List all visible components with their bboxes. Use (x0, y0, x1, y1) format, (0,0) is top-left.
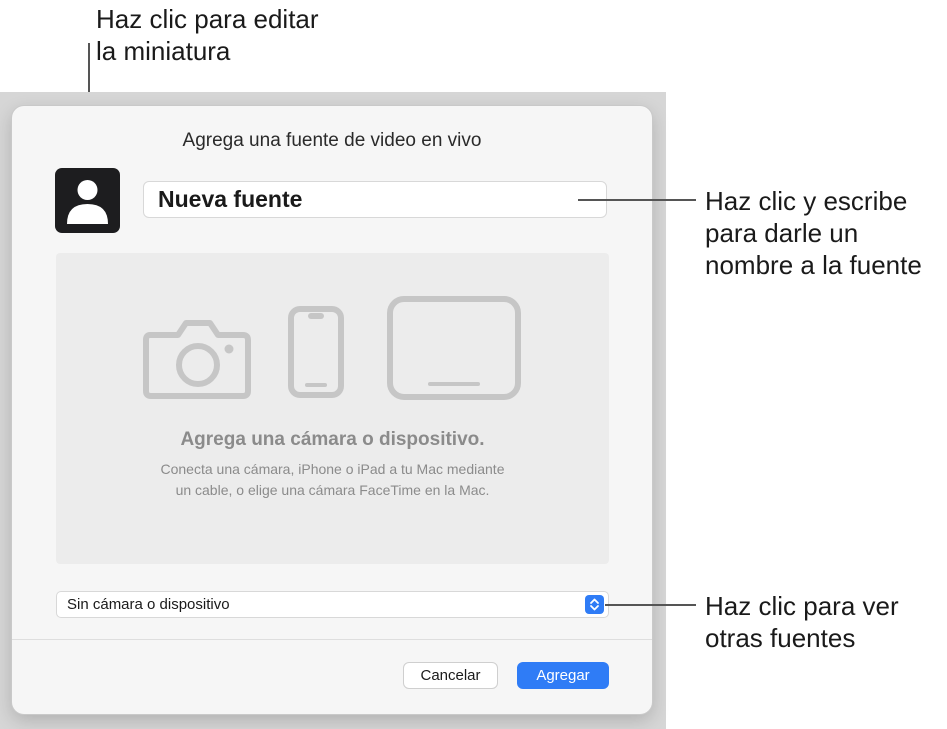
source-select-leader-line (605, 604, 696, 606)
camera-icon (143, 320, 251, 399)
name-field-leader-line (578, 199, 696, 201)
drop-area-description: Conecta una cámara, iPhone o iPad a tu M… (56, 459, 609, 501)
live-video-source-dialog: Agrega una fuente de video en vivo Nueva… (12, 106, 652, 714)
callout-line: la miniatura (96, 36, 231, 66)
callout-edit-thumbnail: Haz clic para editar la miniatura (96, 3, 319, 67)
person-silhouette-icon (67, 180, 108, 224)
add-button[interactable]: Agregar (517, 662, 609, 689)
iphone-icon (288, 306, 344, 398)
drop-area-description-line: un cable, o elige una cámara FaceTime en… (175, 482, 490, 498)
callout-line: Haz clic para editar (96, 4, 319, 34)
dialog-divider (12, 639, 652, 640)
callout-line: otras fuentes (705, 623, 856, 653)
ipad-icon (387, 296, 521, 400)
drop-area-title: Agrega una cámara o dispositivo. (180, 429, 485, 450)
callout-line: nombre a la fuente (705, 250, 922, 280)
source-name-field[interactable]: Nueva fuente (143, 181, 607, 218)
source-thumbnail[interactable] (55, 168, 120, 233)
chevron-up-down-icon[interactable] (585, 595, 604, 614)
callout-line: Haz clic para ver (705, 591, 899, 621)
source-select-popup[interactable]: Sin cámara o dispositivo (56, 591, 609, 618)
cancel-button[interactable]: Cancelar (403, 662, 498, 689)
callout-other-sources: Haz clic para ver otras fuentes (705, 590, 899, 654)
callout-line: Haz clic y escribe (705, 186, 908, 216)
drop-area-description-line: Conecta una cámara, iPhone o iPad a tu M… (160, 461, 505, 477)
dialog-title: Agrega una fuente de video en vivo (182, 130, 482, 151)
source-select-value: Sin cámara o dispositivo (67, 596, 230, 613)
device-drop-area: Agrega una cámara o dispositivo. Conecta… (56, 253, 609, 564)
callout-line: para darle un (705, 218, 859, 248)
callout-name-source: Haz clic y escribe para darle un nombre … (705, 185, 922, 281)
